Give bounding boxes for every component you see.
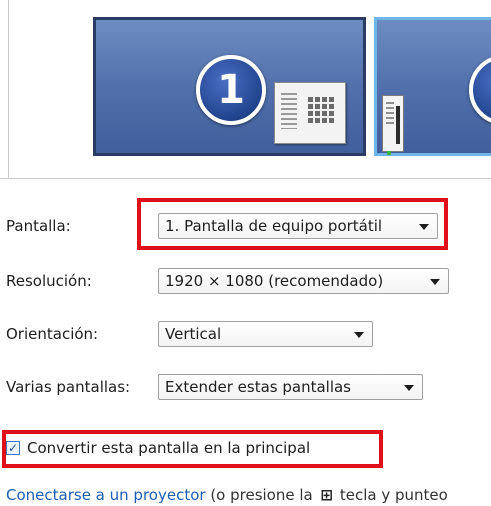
pantalla-label: Pantalla: <box>6 217 71 235</box>
resolucion-value: 1920 × 1080 (recomendado) <box>165 272 384 290</box>
varias-pantallas-select[interactable]: Extender estas pantallas <box>158 374 423 400</box>
hint-text-before: (o presione la <box>205 486 318 504</box>
tower-bar-icon <box>396 106 400 144</box>
varias-pantallas-value: Extender estas pantallas <box>165 378 351 396</box>
monitor-1-tile[interactable]: 1 <box>93 17 366 156</box>
desktop-tower-icon <box>382 95 404 155</box>
highlight-box-principal <box>2 430 383 468</box>
preview-divider <box>8 0 9 178</box>
orientacion-value: Vertical <box>165 325 222 343</box>
hint-text-after: tecla y punteo <box>335 486 448 504</box>
chevron-down-icon <box>354 332 364 338</box>
projector-link[interactable]: Conectarse a un proyector <box>6 486 206 504</box>
highlight-box-pantalla <box>137 198 448 250</box>
orientacion-label: Orientación: <box>6 325 99 343</box>
resolucion-select[interactable]: 1920 × 1080 (recomendado) <box>158 268 449 294</box>
display-preview-area: 1 2 <box>0 0 491 179</box>
varias-pantallas-row: Varias pantallas: Extender estas pantall… <box>0 370 491 406</box>
screen-lines-icon <box>281 93 297 129</box>
laptop-screen-icon <box>274 82 346 144</box>
resolucion-label: Resolución: <box>6 272 92 290</box>
monitor-number-badge: 2 <box>469 55 491 125</box>
chevron-down-icon <box>404 385 414 391</box>
monitor-number-badge: 1 <box>196 55 266 125</box>
chevron-down-icon <box>430 279 440 285</box>
tower-lines-icon <box>386 102 394 126</box>
resolucion-row: Resolución: 1920 × 1080 (recomendado) <box>0 264 491 300</box>
projector-hint: Conectarse a un proyector (o presione la… <box>6 486 448 504</box>
tower-led-icon <box>387 151 391 155</box>
varias-pantallas-label: Varias pantallas: <box>6 378 131 396</box>
windows-logo-icon: ⊞ <box>320 486 334 504</box>
orientacion-row: Orientación: Vertical <box>0 317 491 353</box>
monitor-2-tile[interactable]: 2 <box>374 17 491 156</box>
screen-grid-icon <box>308 97 334 123</box>
orientacion-select[interactable]: Vertical <box>158 321 373 347</box>
